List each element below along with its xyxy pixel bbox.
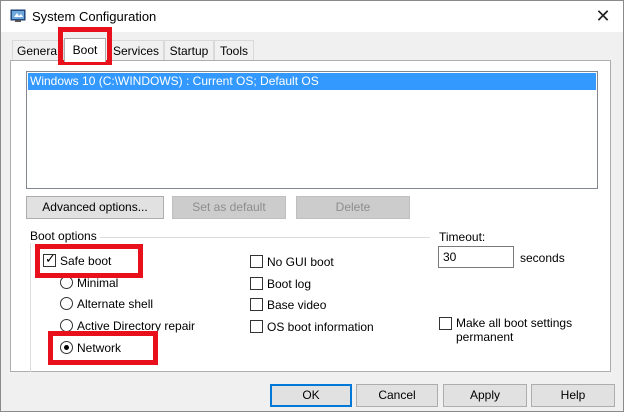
radio-selected-dot	[64, 345, 69, 350]
ok-button[interactable]: OK	[270, 384, 352, 407]
checkmark-icon: ✓	[45, 251, 56, 266]
cancel-button[interactable]: Cancel	[356, 384, 438, 407]
tab-general-label: Genera	[17, 44, 58, 58]
boot-log-label[interactable]: Boot log	[267, 277, 311, 291]
tab-startup-label: Startup	[169, 44, 209, 58]
os-boot-information-label[interactable]: OS boot information	[267, 320, 374, 334]
os-list-item[interactable]: Windows 10 (C:\WINDOWS) : Current OS; De…	[28, 73, 596, 90]
tab-general[interactable]: Genera	[12, 40, 64, 60]
tab-startup[interactable]: Startup	[164, 40, 214, 60]
boot-log-checkbox[interactable]	[250, 277, 263, 290]
active-directory-repair-radio[interactable]	[60, 319, 73, 332]
timeout-label: Timeout:	[439, 230, 486, 244]
boot-options-label: Boot options	[30, 229, 100, 243]
minimal-radio[interactable]	[60, 276, 73, 289]
title-bar: System Configuration ✕	[1, 1, 623, 32]
no-gui-boot-label[interactable]: No GUI boot	[267, 255, 334, 269]
tab-tools-label: Tools	[219, 44, 248, 58]
alternate-shell-label[interactable]: Alternate shell	[77, 297, 153, 311]
timeout-input[interactable]: 30	[438, 246, 514, 268]
make-permanent-checkbox[interactable]	[439, 317, 452, 330]
advanced-options-button[interactable]: Advanced options...	[26, 196, 164, 219]
tab-boot[interactable]: Boot	[64, 38, 106, 62]
tab-services[interactable]: Services	[108, 40, 164, 60]
os-boot-information-checkbox[interactable]	[250, 320, 263, 333]
delete-button[interactable]: Delete	[296, 196, 410, 219]
set-as-default-button[interactable]: Set as default	[172, 196, 286, 219]
apply-button[interactable]: Apply	[443, 384, 527, 407]
network-label[interactable]: Network	[77, 341, 121, 355]
close-icon: ✕	[595, 6, 611, 26]
os-list[interactable]: Windows 10 (C:\WINDOWS) : Current OS; De…	[26, 71, 598, 189]
tab-tools[interactable]: Tools	[214, 40, 254, 60]
safe-boot-checkbox[interactable]: ✓	[43, 251, 56, 267]
base-video-label[interactable]: Base video	[267, 298, 326, 312]
msconfig-icon	[10, 9, 26, 22]
minimal-label[interactable]: Minimal	[77, 276, 118, 290]
timeout-unit-label: seconds	[520, 251, 565, 265]
alternate-shell-radio[interactable]	[60, 297, 73, 310]
no-gui-boot-checkbox[interactable]	[250, 255, 263, 268]
active-directory-repair-label[interactable]: Active Directory repair	[77, 319, 195, 333]
make-permanent-label-line2[interactable]: permanent	[456, 330, 513, 344]
help-button[interactable]: Help	[531, 384, 615, 407]
base-video-checkbox[interactable]	[250, 298, 263, 311]
close-button[interactable]: ✕	[591, 5, 615, 27]
tab-strip: Genera Boot Services Startup Tools	[0, 31, 622, 62]
tab-services-label: Services	[113, 44, 160, 58]
safe-boot-label[interactable]: Safe boot	[60, 254, 111, 268]
network-radio[interactable]	[60, 341, 73, 354]
window-title: System Configuration	[32, 9, 157, 24]
make-permanent-label-line1[interactable]: Make all boot settings	[456, 316, 572, 330]
tab-boot-label: Boot	[72, 43, 98, 57]
